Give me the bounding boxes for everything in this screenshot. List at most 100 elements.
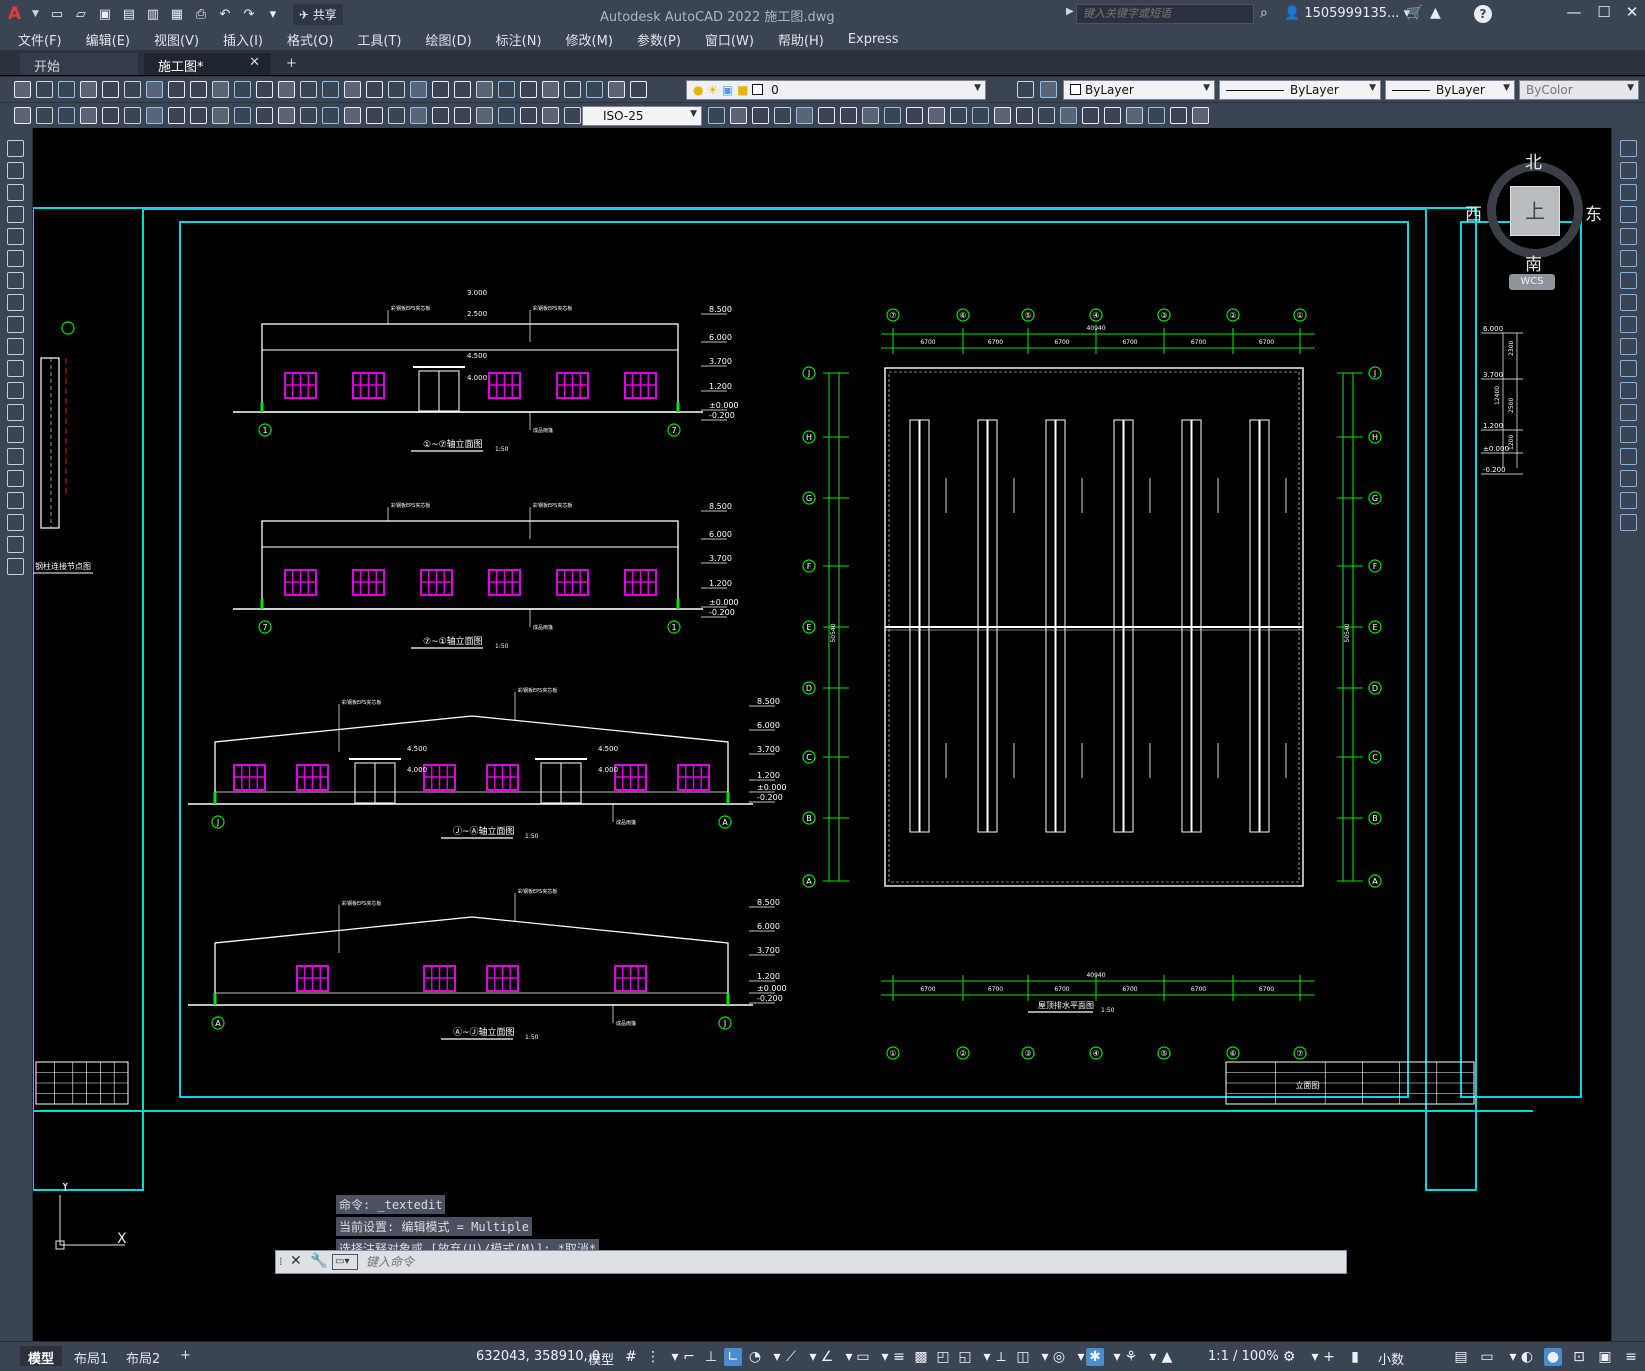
draw-tool-icon[interactable] <box>322 107 339 124</box>
standard-tool-icon[interactable] <box>146 81 163 98</box>
draw-tool-icon[interactable] <box>388 107 405 124</box>
menu-window[interactable]: 窗口(W) <box>705 30 754 49</box>
status-tool-icon[interactable]: ▮ <box>1346 1348 1364 1366</box>
linetype-dropdown[interactable]: ByLayer ▼ <box>1219 80 1381 100</box>
draw-tool-icon[interactable] <box>730 107 747 124</box>
draw-tool-icon[interactable] <box>498 107 515 124</box>
draw-tool-icon[interactable] <box>542 107 559 124</box>
standard-tool-icon[interactable] <box>388 81 405 98</box>
status-toggle-icon[interactable]: ⟋ <box>782 1348 800 1366</box>
search-expand-icon[interactable]: ▶ <box>1066 6 1074 17</box>
standard-tool-icon[interactable] <box>454 81 471 98</box>
add-layout-button[interactable]: + <box>172 1346 199 1366</box>
standard-tool-icon[interactable] <box>344 81 361 98</box>
dimstyle-dropdown[interactable]: ISO-25 ▼ <box>582 106 702 126</box>
a360-icon[interactable]: ▲ <box>1430 5 1441 21</box>
minimize-button[interactable]: — <box>1560 3 1588 21</box>
tab-layout1[interactable]: 布局1 <box>66 1346 116 1367</box>
draw-tool-icon[interactable] <box>774 107 791 124</box>
standard-tool-icon[interactable] <box>564 81 581 98</box>
draw-tool-icon[interactable] <box>80 107 97 124</box>
draw-tool-icon[interactable] <box>1038 107 1055 124</box>
status-toggle-icon[interactable]: ◔ <box>746 1348 764 1366</box>
search-input[interactable] <box>1076 4 1254 24</box>
close-tab-icon[interactable]: ✕ <box>249 55 260 70</box>
draw-tool-icon[interactable] <box>7 448 24 465</box>
modify-tool-icon[interactable] <box>1620 140 1637 157</box>
save-icon[interactable]: ▣ <box>95 4 115 24</box>
status-toggle-icon[interactable]: ⌐ <box>680 1348 698 1366</box>
draw-tool-icon[interactable] <box>708 107 725 124</box>
standard-tool-icon[interactable] <box>58 81 75 98</box>
draw-tool-icon[interactable] <box>7 514 24 531</box>
maximize-button[interactable]: ☐ <box>1590 3 1618 21</box>
draw-tool-icon[interactable] <box>1148 107 1165 124</box>
status-toggle-icon[interactable]: # <box>622 1348 640 1366</box>
autocad-logo-icon[interactable]: A <box>8 4 30 24</box>
cad-drawing[interactable]: 立面图 4.5004.000彩钢板EPS夹芯板 彩钢板EPS夹芯板成品雨篷8.50… <box>33 128 1611 1341</box>
standard-tool-icon[interactable] <box>608 81 625 98</box>
draw-tool-icon[interactable] <box>884 107 901 124</box>
draw-tool-icon[interactable] <box>1082 107 1099 124</box>
draw-tool-icon[interactable] <box>234 107 251 124</box>
modify-tool-icon[interactable] <box>1620 250 1637 267</box>
draw-tool-icon[interactable] <box>7 316 24 333</box>
draw-tool-icon[interactable] <box>7 338 24 355</box>
modify-tool-icon[interactable] <box>1620 514 1637 531</box>
standard-tool-icon[interactable] <box>542 81 559 98</box>
menu-tools[interactable]: 工具(T) <box>357 30 401 49</box>
draw-tool-icon[interactable] <box>950 107 967 124</box>
draw-tool-icon[interactable] <box>212 107 229 124</box>
draw-tool-icon[interactable] <box>7 162 24 179</box>
coordinate-readout[interactable]: 632043, 358910, 0 <box>476 1349 600 1364</box>
viewcube-west[interactable]: 西 <box>1465 200 1482 225</box>
draw-tool-icon[interactable] <box>1126 107 1143 124</box>
standard-tool-icon[interactable] <box>190 81 207 98</box>
status-toggle-icon[interactable]: ⊥ <box>702 1348 720 1366</box>
wcs-menu[interactable]: WCS <box>1509 274 1555 290</box>
tab-start[interactable]: 开始 <box>20 53 138 75</box>
standard-tool-icon[interactable] <box>102 81 119 98</box>
tab-drawing[interactable]: 施工图* ✕ <box>144 53 270 75</box>
draw-tool-icon[interactable] <box>1104 107 1121 124</box>
modify-tool-icon[interactable] <box>1620 162 1637 179</box>
draw-tool-icon[interactable] <box>7 404 24 421</box>
redo-icon[interactable]: ↷ <box>239 4 259 24</box>
tab-model[interactable]: 模型 <box>20 1346 63 1367</box>
drawing-canvas[interactable]: 立面图 4.500 4.000 彩钢板EPS夹芯板 彩钢板EPS夹芯板 成品雨篷 8.50… <box>33 128 1611 1341</box>
draw-tool-icon[interactable] <box>300 107 317 124</box>
modify-tool-icon[interactable] <box>1620 272 1637 289</box>
status-tool-icon[interactable]: ● <box>1544 1348 1562 1366</box>
draw-tool-icon[interactable] <box>476 107 493 124</box>
standard-tool-icon[interactable] <box>124 81 141 98</box>
draw-tool-icon[interactable] <box>146 107 163 124</box>
draw-tool-icon[interactable] <box>1192 107 1209 124</box>
draw-tool-icon[interactable] <box>124 107 141 124</box>
menu-modify[interactable]: 修改(M) <box>566 30 613 49</box>
draw-tool-icon[interactable] <box>7 184 24 201</box>
standard-tool-icon[interactable] <box>520 81 537 98</box>
status-toggle-icon[interactable]: ◫ <box>1014 1348 1032 1366</box>
standard-tool-icon[interactable] <box>498 81 515 98</box>
status-toggle-icon[interactable]: ⚘ <box>1122 1348 1140 1366</box>
draw-tool-icon[interactable] <box>7 558 24 575</box>
status-tool-icon[interactable]: ▭ <box>1478 1348 1496 1366</box>
open-file-icon[interactable]: ▱ <box>71 4 91 24</box>
new-tab-button[interactable]: + <box>278 53 304 75</box>
modify-tool-icon[interactable] <box>1620 184 1637 201</box>
status-toggle-icon[interactable]: ∠ <box>818 1348 836 1366</box>
draw-tool-icon[interactable] <box>928 107 945 124</box>
standard-tool-icon[interactable] <box>300 81 317 98</box>
save-to-web-icon[interactable]: ▦ <box>167 4 187 24</box>
menu-view[interactable]: 视图(V) <box>154 30 199 49</box>
draw-tool-icon[interactable] <box>1170 107 1187 124</box>
draw-tool-icon[interactable] <box>432 107 449 124</box>
modify-tool-icon[interactable] <box>1620 404 1637 421</box>
draw-tool-icon[interactable] <box>190 107 207 124</box>
standard-tool-icon[interactable] <box>1017 81 1034 98</box>
standard-tool-icon[interactable] <box>256 81 273 98</box>
standard-tool-icon[interactable] <box>36 81 53 98</box>
modify-tool-icon[interactable] <box>1620 206 1637 223</box>
recent-commands-icon[interactable]: ▭▾ <box>332 1254 358 1270</box>
modify-tool-icon[interactable] <box>1620 492 1637 509</box>
